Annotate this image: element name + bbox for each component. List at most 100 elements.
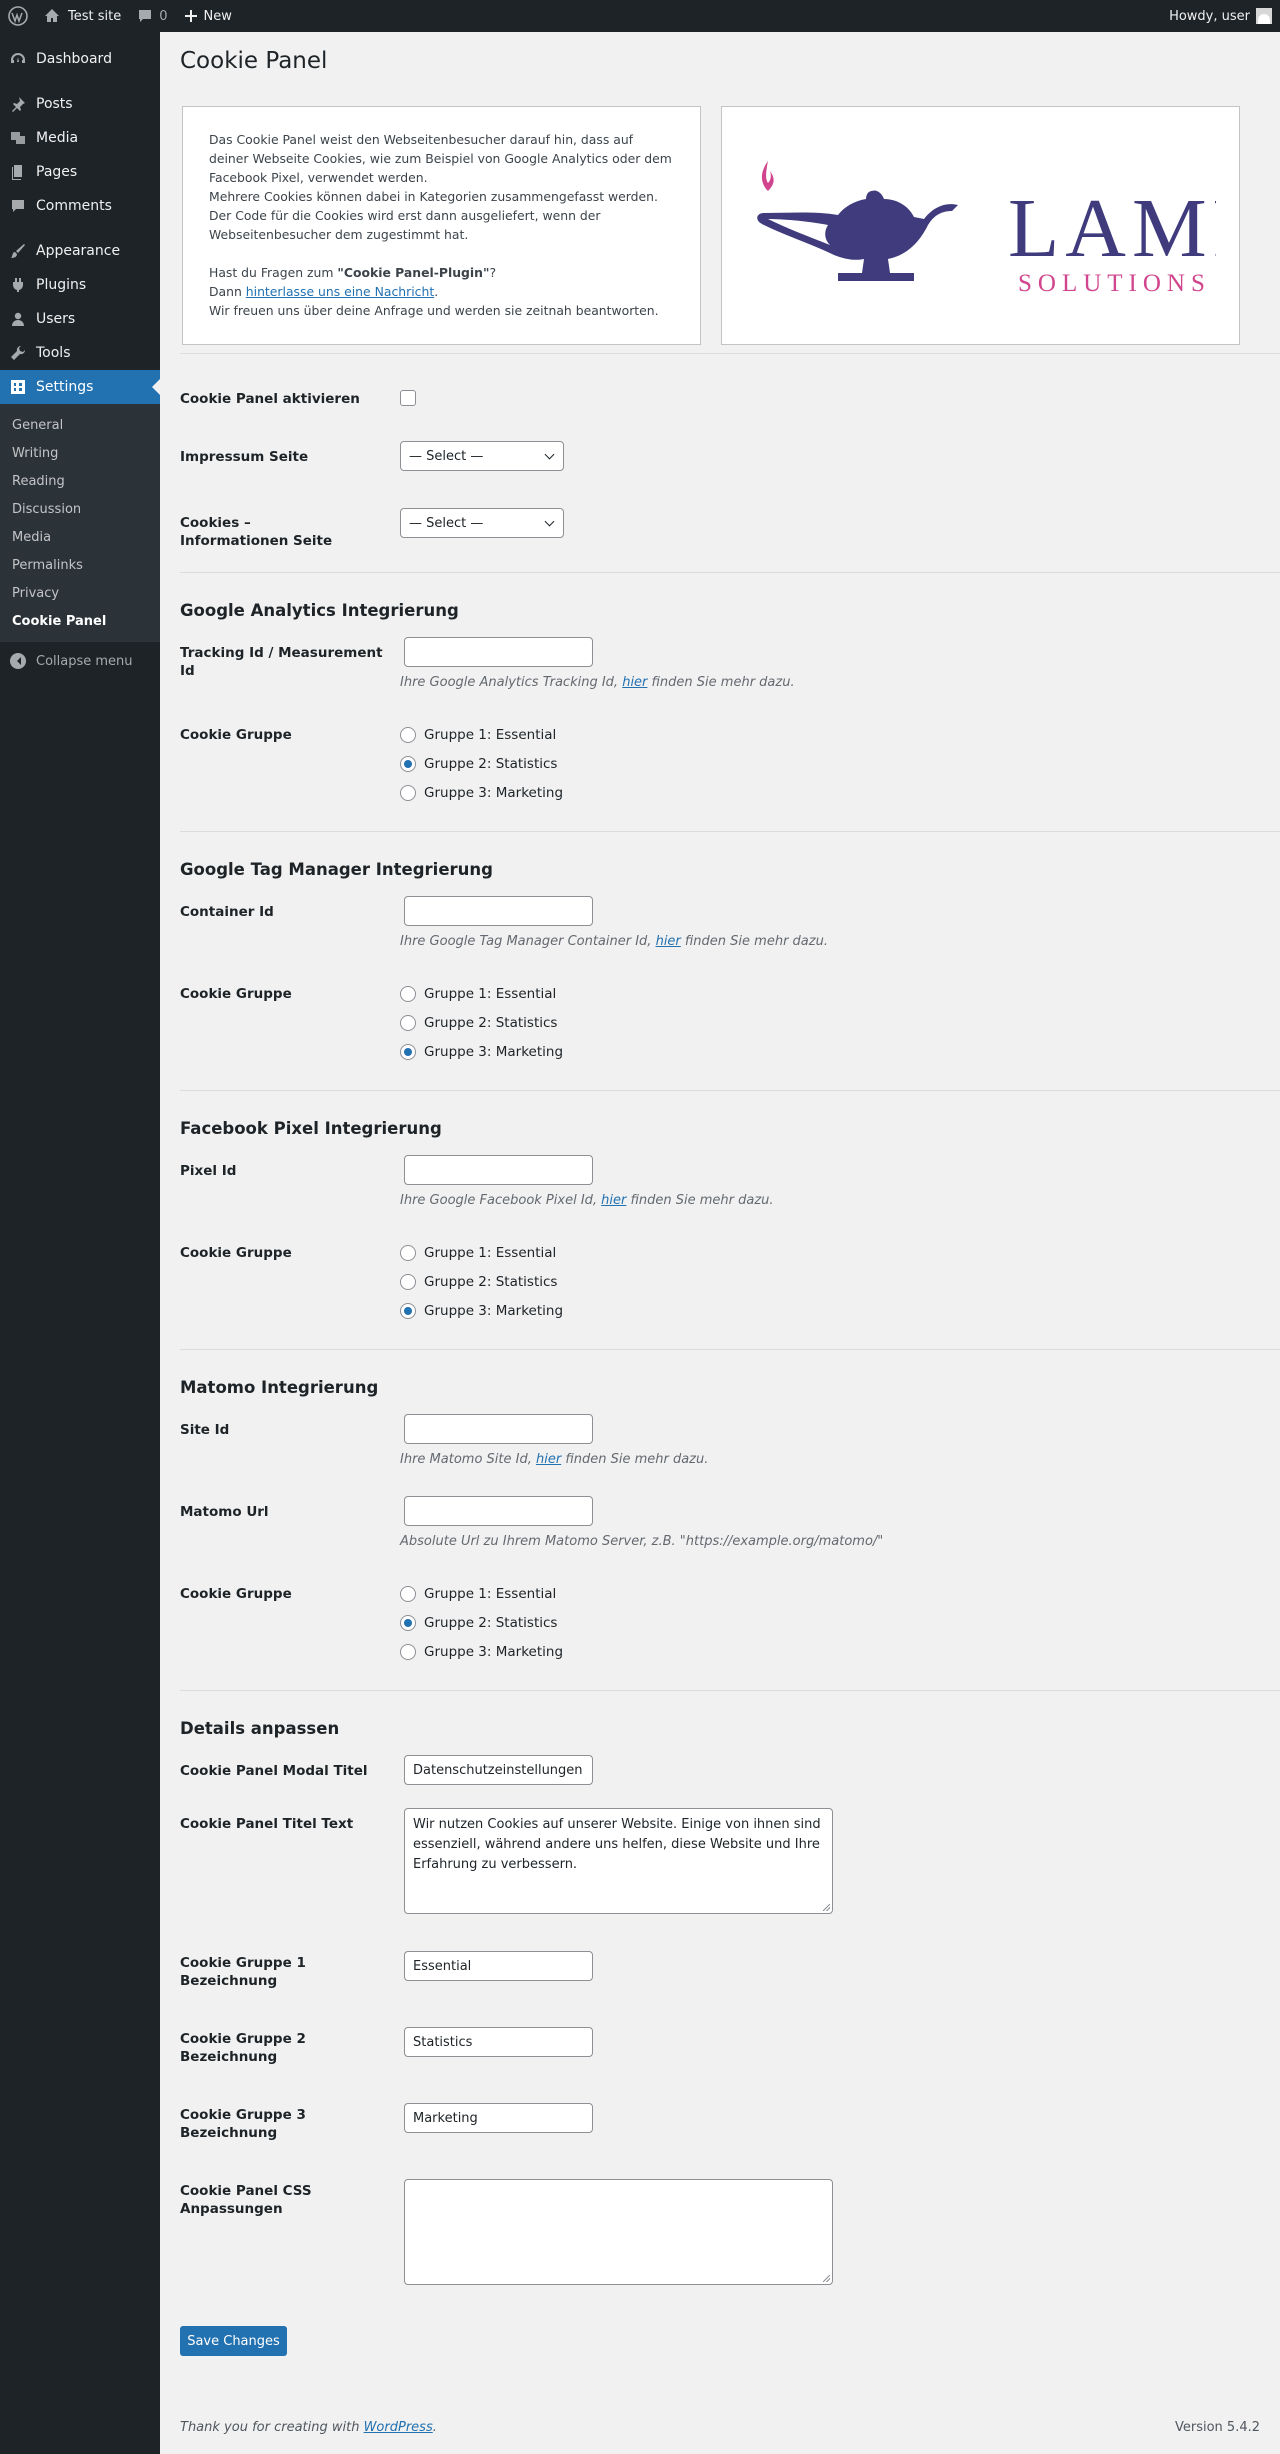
flame-icon <box>761 160 774 191</box>
sidebar-item-comments[interactable]: Comments <box>0 189 160 223</box>
cookies-info-select[interactable]: — Select — <box>400 508 564 538</box>
details-section-title: Details anpassen <box>180 1719 340 1738</box>
gtm-id-description: Ihre Google Tag Manager Container Id, hi… <box>400 934 828 949</box>
ga-id-input[interactable] <box>404 637 593 667</box>
sidebar-item-posts[interactable]: Posts <box>0 87 160 121</box>
fb-radio-group-3[interactable]: Gruppe 3: Marketing <box>400 1296 1280 1325</box>
matomo-url-input[interactable] <box>404 1496 593 1526</box>
pin-icon <box>10 96 26 112</box>
group-1-name-input[interactable]: Essential <box>404 1951 593 1981</box>
title-text-textarea[interactable]: Wir nutzen Cookies auf unserer Website. … <box>404 1808 833 1914</box>
activate-label: Cookie Panel aktivieren <box>180 391 360 407</box>
gtm-radio-group-3[interactable]: Gruppe 3: Marketing <box>400 1037 1280 1066</box>
activate-checkbox[interactable] <box>400 390 416 406</box>
matomo-radio-group-1[interactable]: Gruppe 1: Essential <box>400 1579 1280 1608</box>
submenu-item-permalinks[interactable]: Permalinks <box>0 551 160 579</box>
fb-radio-group-2[interactable]: Gruppe 2: Statistics <box>400 1267 1280 1296</box>
gtm-id-input[interactable] <box>404 896 593 926</box>
ga-group-label: Cookie Gruppe <box>180 727 292 743</box>
radio-button[interactable] <box>400 1043 416 1060</box>
modal-title-input[interactable]: Datenschutzeinstellungen <box>404 1755 593 1785</box>
submenu-item-general[interactable]: General <box>0 411 160 439</box>
submenu-item-media[interactable]: Media <box>0 523 160 551</box>
sidebar-item-label: Settings <box>36 379 94 395</box>
submenu-item-privacy[interactable]: Privacy <box>0 579 160 607</box>
radio-button[interactable] <box>400 726 416 743</box>
submenu-item-writing[interactable]: Writing <box>0 439 160 467</box>
matomo-id-description: Ihre Matomo Site Id, hier finden Sie meh… <box>400 1452 709 1467</box>
intro-paragraph-3: Der Code für die Cookies wird erst dann … <box>209 208 601 242</box>
chevron-down-icon <box>544 516 555 527</box>
intro-paragraph-1: Das Cookie Panel weist den Webseitenbesu… <box>209 132 672 185</box>
my-account-link[interactable]: Howdy, user <box>1161 0 1280 32</box>
radio-button[interactable] <box>400 985 416 1002</box>
sidebar-item-media[interactable]: Media <box>0 121 160 155</box>
radio-button[interactable] <box>400 755 416 772</box>
sidebar-item-label: Users <box>36 311 76 327</box>
ga-radio-group-1[interactable]: Gruppe 1: Essential <box>400 720 1280 749</box>
wordpress-link[interactable]: WordPress <box>364 2420 433 2435</box>
impressum-select[interactable]: — Select — <box>400 441 564 471</box>
brush-icon <box>10 243 26 259</box>
ga-help-link[interactable]: hier <box>622 675 647 690</box>
gtm-radio-group-1[interactable]: Gruppe 1: Essential <box>400 979 1280 1008</box>
main-content: Cookie Panel Das Cookie Panel weist den … <box>180 32 1280 2356</box>
fb-id-input[interactable] <box>404 1155 593 1185</box>
intro-contact: Dann hinterlasse uns eine Nachricht. <box>209 284 439 299</box>
comments-link[interactable]: 0 <box>129 0 175 32</box>
howdy-text: Howdy, user <box>1169 8 1250 24</box>
collapse-menu-button[interactable]: Collapse menu <box>0 644 160 678</box>
radio-button[interactable] <box>400 784 416 801</box>
sidebar-item-label: Dashboard <box>36 51 112 67</box>
sidebar-item-users[interactable]: Users <box>0 302 160 336</box>
css-textarea[interactable] <box>404 2179 833 2285</box>
radio-button[interactable] <box>400 1244 416 1261</box>
logo-word-solutions: SOLUTIONS <box>1018 270 1211 297</box>
new-content-link[interactable]: New <box>176 0 240 32</box>
gtm-help-link[interactable]: hier <box>656 934 681 949</box>
settings-icon <box>10 379 26 395</box>
media-icon <box>10 130 26 146</box>
radio-button[interactable] <box>400 1643 416 1660</box>
site-name-link[interactable]: Test site <box>36 0 129 32</box>
radio-button[interactable] <box>400 1614 416 1631</box>
radio-button[interactable] <box>400 1585 416 1602</box>
collapse-icon <box>10 653 26 669</box>
submenu-item-cookie-panel[interactable]: Cookie Panel <box>0 607 160 635</box>
gtm-id-label: Container Id <box>180 904 274 920</box>
sidebar-item-appearance[interactable]: Appearance <box>0 234 160 268</box>
sidebar-item-pages[interactable]: Pages <box>0 155 160 189</box>
matomo-url-label: Matomo Url <box>180 1504 269 1520</box>
group-3-name-input[interactable]: Marketing <box>404 2103 593 2133</box>
matomo-radio-group-2[interactable]: Gruppe 2: Statistics <box>400 1608 1280 1637</box>
matomo-group-label: Cookie Gruppe <box>180 1586 292 1602</box>
gtm-radio-group-2[interactable]: Gruppe 2: Statistics <box>400 1008 1280 1037</box>
radio-button[interactable] <box>400 1302 416 1319</box>
sidebar-item-dashboard[interactable]: Dashboard <box>0 42 160 76</box>
ga-radio-group-3[interactable]: Gruppe 3: Marketing <box>400 778 1280 807</box>
sidebar-item-settings[interactable]: Settings <box>0 370 160 404</box>
intro-box: Das Cookie Panel weist den Webseitenbesu… <box>182 106 701 345</box>
save-button[interactable]: Save Changes <box>180 2326 287 2356</box>
submenu-item-reading[interactable]: Reading <box>0 467 160 495</box>
sidebar-item-tools[interactable]: Tools <box>0 336 160 370</box>
group-1-name-label: Cookie Gruppe 1 Bezeichnung <box>180 1955 306 1989</box>
fb-help-link[interactable]: hier <box>601 1193 626 1208</box>
wordpress-logo-icon[interactable] <box>0 0 36 32</box>
matomo-id-input[interactable] <box>404 1414 593 1444</box>
group-2-name-input[interactable]: Statistics <box>404 2027 593 2057</box>
fb-radio-group-1[interactable]: Gruppe 1: Essential <box>400 1238 1280 1267</box>
matomo-radio-group-3[interactable]: Gruppe 3: Marketing <box>400 1637 1280 1666</box>
sidebar-item-plugins[interactable]: Plugins <box>0 268 160 302</box>
matomo-help-link[interactable]: hier <box>536 1452 561 1467</box>
lamp-icon <box>756 189 958 281</box>
radio-button[interactable] <box>400 1014 416 1031</box>
radio-button[interactable] <box>400 1273 416 1290</box>
group-2-name-label: Cookie Gruppe 2 Bezeichnung <box>180 2031 306 2065</box>
contact-link[interactable]: hinterlasse uns eine Nachricht <box>246 284 434 299</box>
submenu-item-discussion[interactable]: Discussion <box>0 495 160 523</box>
comment-icon <box>139 10 152 22</box>
lamp-solutions-logo: LAMP SOLUTIONS <box>721 106 1240 345</box>
impressum-label: Impressum Seite <box>180 449 309 465</box>
ga-radio-group-2[interactable]: Gruppe 2: Statistics <box>400 749 1280 778</box>
